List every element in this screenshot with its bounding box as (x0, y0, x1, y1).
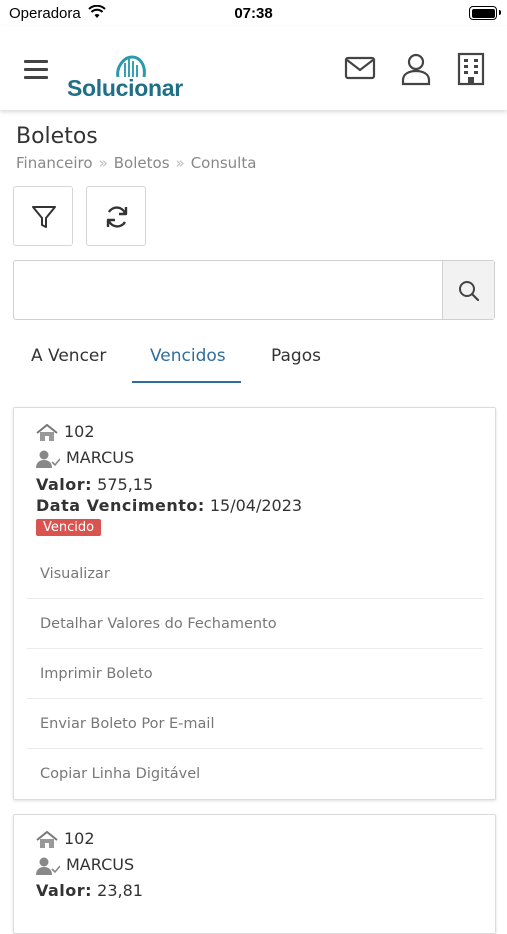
owner-row: MARCUS (36, 448, 134, 468)
breadcrumb-item-financeiro[interactable]: Financeiro (16, 154, 93, 172)
home-icon (36, 423, 58, 441)
active-tab-indicator (132, 381, 241, 383)
page-title: Boletos (16, 124, 98, 149)
imprimir-boleto-action[interactable]: Imprimir Boleto (27, 649, 483, 699)
breadcrumb-separator-icon: » (175, 154, 185, 172)
status-time: 07:38 (234, 5, 273, 22)
battery-icon (469, 6, 501, 20)
valor-amount: 575,15 (97, 475, 154, 494)
refresh-icon (106, 206, 128, 228)
search-button[interactable] (442, 261, 494, 319)
breadcrumb: Financeiro » Boletos » Consulta (16, 154, 256, 172)
valor-label: Valor: (36, 475, 93, 494)
owner-name: MARCUS (66, 855, 135, 874)
valor-row: Valor: 575,15 (36, 475, 153, 494)
boleto-card: 102 MARCUS Valor: 23,81 (13, 814, 496, 934)
detalhar-valores-action[interactable]: Detalhar Valores do Fechamento (27, 599, 483, 649)
vencimento-date: 15/04/2023 (209, 496, 303, 515)
tab-a-vencer[interactable]: A Vencer (31, 346, 106, 366)
vencimento-label: Data Vencimento: (36, 496, 205, 515)
breadcrumb-separator-icon: » (98, 154, 108, 172)
app-header: Solucionar (0, 26, 507, 110)
tab-pagos[interactable]: Pagos (271, 346, 321, 366)
status-tabs: A Vencer Vencidos Pagos (0, 336, 507, 384)
visualizar-action[interactable]: Visualizar (27, 549, 483, 599)
breadcrumb-item-consulta: Consulta (190, 154, 257, 172)
user-check-icon (36, 450, 61, 468)
tab-vencidos[interactable]: Vencidos (150, 346, 226, 366)
menu-icon[interactable] (24, 60, 48, 80)
breadcrumb-item-boletos[interactable]: Boletos (114, 154, 170, 172)
unit-row: 102 (36, 829, 95, 849)
owner-row: MARCUS (36, 855, 134, 875)
boleto-card: 102 MARCUS Valor: 575,15 Data Vencimento… (13, 407, 496, 800)
valor-label: Valor: (36, 881, 93, 900)
search-input[interactable] (14, 261, 444, 319)
owner-name: MARCUS (66, 448, 135, 467)
unit-number: 102 (64, 829, 95, 848)
search-box (13, 260, 495, 320)
valor-row: Valor: 23,81 (36, 881, 143, 900)
mail-icon[interactable] (344, 52, 378, 86)
valor-amount: 23,81 (97, 881, 143, 900)
copiar-linha-action[interactable]: Copiar Linha Digitável (27, 749, 483, 799)
building-icon[interactable] (456, 52, 490, 86)
user-icon[interactable] (400, 52, 434, 86)
unit-number: 102 (64, 422, 95, 441)
search-icon (459, 281, 480, 302)
home-icon (36, 830, 58, 848)
refresh-button[interactable] (86, 186, 146, 246)
enviar-email-action[interactable]: Enviar Boleto Por E-mail (27, 699, 483, 749)
unit-row: 102 (36, 422, 95, 442)
brand-logo: Solucionar (67, 53, 207, 103)
filter-icon (32, 206, 56, 228)
status-badge: Vencido (36, 519, 102, 536)
vencimento-row: Data Vencimento: 15/04/2023 (36, 496, 302, 515)
status-bar: Operadora 07:38 (0, 0, 507, 26)
filter-button[interactable] (13, 186, 73, 246)
user-check-icon (36, 857, 61, 875)
brand-name: Solucionar (67, 75, 183, 101)
